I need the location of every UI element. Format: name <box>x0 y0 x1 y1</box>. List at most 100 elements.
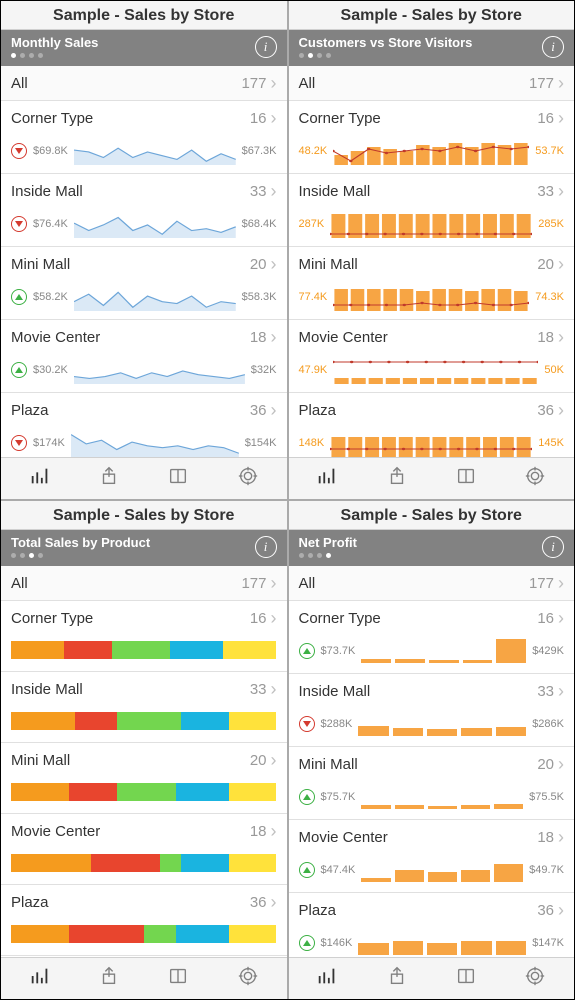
stacked-segment <box>11 712 75 730</box>
pager-dot[interactable] <box>20 553 25 558</box>
list-item[interactable]: Plaza36› 148K 145K <box>289 393 575 457</box>
target-icon[interactable] <box>237 965 259 992</box>
stacked-segment <box>117 783 175 801</box>
share-icon[interactable] <box>386 465 408 492</box>
sparkline-chart <box>74 283 236 311</box>
pager-dot[interactable] <box>317 53 322 58</box>
chart-icon[interactable] <box>29 965 51 992</box>
panel4-header: Net Profit i <box>289 530 575 566</box>
chevron-right-icon: › <box>271 821 277 842</box>
pager-dot[interactable] <box>38 553 43 558</box>
panel3-title: Total Sales by Product <box>11 535 150 550</box>
list-item[interactable]: Plaza36› $146K $147K <box>289 893 575 957</box>
info-icon[interactable]: i <box>542 536 564 558</box>
pager-dot[interactable] <box>308 53 313 58</box>
chart-icon[interactable] <box>29 465 51 492</box>
category-count: 33 <box>250 681 267 698</box>
pager-dot[interactable] <box>11 53 16 58</box>
list-item[interactable]: Plaza36› $174K $154K <box>1 393 287 457</box>
bar-line-chart <box>333 356 538 384</box>
target-icon[interactable] <box>524 965 546 992</box>
list-item[interactable]: Inside Mall33› $76.4K $68.4K <box>1 174 287 247</box>
all-row[interactable]: All 177› <box>289 566 575 601</box>
pager-dots <box>299 53 473 58</box>
pager-dot[interactable] <box>29 53 34 58</box>
pager-dot[interactable] <box>38 53 43 58</box>
net-bar <box>461 728 491 736</box>
bookmark-icon[interactable] <box>167 965 189 992</box>
list-item[interactable]: Inside Mall33› $288K $286K <box>289 674 575 747</box>
all-row[interactable]: All 177› <box>1 66 287 101</box>
chevron-right-icon: › <box>271 608 277 629</box>
pager-dot[interactable] <box>326 53 331 58</box>
pager-dot[interactable] <box>11 553 16 558</box>
list-item[interactable]: Inside Mall33› <box>1 672 287 743</box>
net-bar <box>496 727 526 736</box>
panel-grid: Sample - Sales by Store Monthly Sales i … <box>1 1 574 999</box>
info-icon[interactable]: i <box>255 536 277 558</box>
all-row[interactable]: All 177› <box>1 566 287 601</box>
panel1-title: Monthly Sales <box>11 35 98 50</box>
category-count: 36 <box>250 402 267 419</box>
list-item[interactable]: Mini Mall20› $75.7K $75.5K <box>289 747 575 820</box>
target-icon[interactable] <box>524 465 546 492</box>
stacked-bar-chart <box>11 641 277 659</box>
share-icon[interactable] <box>98 465 120 492</box>
bookmark-icon[interactable] <box>455 465 477 492</box>
list-item[interactable]: Movie Center18› 47.9K 50K <box>289 320 575 393</box>
list-item[interactable]: Corner Type16› <box>1 601 287 672</box>
trend-up-icon <box>299 789 315 805</box>
share-icon[interactable] <box>98 965 120 992</box>
pager-dot[interactable] <box>299 53 304 58</box>
pager-dot[interactable] <box>326 553 331 558</box>
list-item[interactable]: Mini Mall20› <box>1 743 287 814</box>
pager-dot[interactable] <box>29 553 34 558</box>
list-item[interactable]: Corner Type16› $73.7K $429K <box>289 601 575 674</box>
category-count: 18 <box>537 829 554 846</box>
pager-dot[interactable] <box>20 53 25 58</box>
all-row[interactable]: All 177› <box>289 66 575 101</box>
chart-icon[interactable] <box>316 965 338 992</box>
stacked-segment <box>170 641 223 659</box>
list-item[interactable]: Movie Center18› $30.2K $32K <box>1 320 287 393</box>
pager-dot[interactable] <box>308 553 313 558</box>
value-end: $67.3K <box>242 145 277 157</box>
category-count: 20 <box>250 752 267 769</box>
bookmark-icon[interactable] <box>455 965 477 992</box>
category-count: 20 <box>537 756 554 773</box>
net-bar <box>429 660 459 663</box>
trend-down-icon <box>11 435 27 451</box>
list-item[interactable]: Corner Type16› 48.2K 53.7K <box>289 101 575 174</box>
stacked-segment <box>176 925 229 943</box>
list-item[interactable]: Mini Mall20› $58.2K $58.3K <box>1 247 287 320</box>
list-item[interactable]: Inside Mall33› 287K 285K <box>289 174 575 247</box>
pager-dot[interactable] <box>299 553 304 558</box>
list-item[interactable]: Plaza36› <box>1 885 287 956</box>
pager-dot[interactable] <box>317 553 322 558</box>
net-bar <box>463 660 493 663</box>
category-name: Movie Center <box>11 329 100 346</box>
list-item[interactable]: Mini Mall20› 77.4K 74.3K <box>289 247 575 320</box>
bar-chart <box>358 931 526 955</box>
share-icon[interactable] <box>386 965 408 992</box>
net-bar <box>395 805 424 809</box>
list-item[interactable]: Movie Center18› <box>1 814 287 885</box>
category-count: 18 <box>537 329 554 346</box>
target-icon[interactable] <box>237 465 259 492</box>
info-icon[interactable]: i <box>542 36 564 58</box>
value-start: $47.4K <box>321 864 356 876</box>
category-name: Corner Type <box>299 110 381 127</box>
bookmark-icon[interactable] <box>167 465 189 492</box>
chart-icon[interactable] <box>316 465 338 492</box>
list-item[interactable]: Corner Type16› $69.8K $67.3K <box>1 101 287 174</box>
value-start: $146K <box>321 937 353 949</box>
chevron-right-icon: › <box>558 900 564 921</box>
chevron-right-icon: › <box>271 679 277 700</box>
info-icon[interactable]: i <box>255 36 277 58</box>
list-item[interactable]: Movie Center18› $47.4K $49.7K <box>289 820 575 893</box>
net-bar <box>361 659 391 663</box>
chevron-right-icon: › <box>558 608 564 629</box>
chevron-right-icon: › <box>271 892 277 913</box>
net-bar <box>428 872 457 882</box>
trend-down-icon <box>11 143 27 159</box>
